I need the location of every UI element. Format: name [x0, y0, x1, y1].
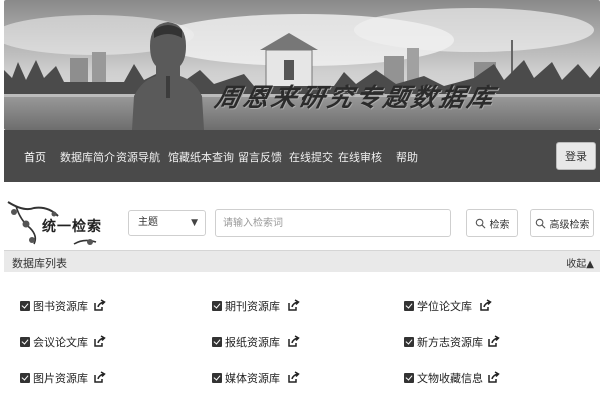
database-list-title: 数据库列表 [12, 257, 67, 270]
login-button[interactable]: 登录 [556, 142, 596, 170]
share-icon[interactable] [93, 335, 106, 348]
list-item: 图片资源库 [20, 370, 88, 386]
nav-item-online-submit[interactable]: 在线提交 [289, 149, 333, 165]
list-item: 学位论文库 [404, 298, 472, 314]
nav-item-database-intro[interactable]: 数据库简介 [60, 149, 115, 165]
header-banner: 周恩来研究专题数据库 [4, 0, 600, 130]
list-item-label[interactable]: 学位论文库 [417, 298, 472, 314]
list-item-label[interactable]: 新方志资源库 [417, 334, 483, 350]
banner-title: 周恩来研究专题数据库 [212, 83, 499, 112]
nav-item-online-review[interactable]: 在线审核 [338, 149, 382, 165]
list-item: 媒体资源库 [212, 370, 280, 386]
share-icon[interactable] [479, 299, 492, 312]
search-button[interactable]: 检索 [466, 209, 518, 237]
share-icon[interactable] [287, 299, 300, 312]
share-icon[interactable] [93, 371, 106, 384]
list-item: 期刊资源库 [212, 298, 280, 314]
list-item: 会议论文库 [20, 334, 88, 350]
list-item: 图书资源库 [20, 298, 88, 314]
share-icon[interactable] [287, 371, 300, 384]
checked-checkbox-icon[interactable] [404, 337, 414, 347]
database-list-header: 数据库列表 收起▲ [4, 250, 600, 272]
share-icon[interactable] [287, 335, 300, 348]
main-nav: 首页 数据库简介 资源导航 馆藏纸本查询 留言反馈 在线提交 在线审核 帮助 登… [4, 130, 600, 182]
checked-checkbox-icon[interactable] [212, 301, 222, 311]
share-icon[interactable] [487, 335, 500, 348]
advanced-search-button-label: 高级检索 [549, 219, 590, 231]
checked-checkbox-icon[interactable] [20, 373, 30, 383]
nav-item-feedback[interactable]: 留言反馈 [238, 149, 282, 165]
share-icon[interactable] [93, 299, 106, 312]
list-item-label[interactable]: 期刊资源库 [225, 298, 280, 314]
checked-checkbox-icon[interactable] [212, 373, 222, 383]
nav-item-print-collection-search[interactable]: 馆藏纸本查询 [168, 149, 234, 165]
unified-search-logo: 统一检索 [4, 198, 116, 248]
nav-item-help[interactable]: 帮助 [396, 149, 418, 165]
checked-checkbox-icon[interactable] [404, 301, 414, 311]
list-item-label[interactable]: 会议论文库 [33, 334, 88, 350]
list-item: 新方志资源库 [404, 334, 483, 350]
search-button-label: 检索 [489, 219, 510, 231]
nav-item-home[interactable]: 首页 [24, 149, 46, 165]
list-item-label[interactable]: 报纸资源库 [225, 334, 280, 350]
search-input[interactable] [215, 209, 451, 237]
checked-checkbox-icon[interactable] [20, 337, 30, 347]
checked-checkbox-icon[interactable] [212, 337, 222, 347]
nav-item-resource-navigation[interactable]: 资源导航 [116, 149, 160, 165]
collapse-toggle[interactable]: 收起▲ [566, 255, 594, 270]
search-icon [475, 218, 485, 228]
search-icon [535, 218, 545, 228]
list-item: 文物收藏信息 [404, 370, 483, 386]
list-item-label[interactable]: 图片资源库 [33, 370, 88, 386]
unified-search-logo-text: 统一检索 [42, 219, 102, 235]
checked-checkbox-icon[interactable] [20, 301, 30, 311]
share-icon[interactable] [487, 371, 500, 384]
list-item-label[interactable]: 图书资源库 [33, 298, 88, 314]
advanced-search-button[interactable]: 高级检索 [530, 209, 594, 237]
chevron-down-icon: ▼ [191, 218, 198, 228]
unified-search-bar: 统一检索 主题 ▼ 检索 高级检索 [4, 198, 600, 248]
search-field-select[interactable]: 主题 ▼ [128, 210, 206, 236]
list-item-label[interactable]: 媒体资源库 [225, 370, 280, 386]
checked-checkbox-icon[interactable] [404, 373, 414, 383]
list-item: 报纸资源库 [212, 334, 280, 350]
search-field-select-value: 主题 [138, 217, 158, 228]
list-item-label[interactable]: 文物收藏信息 [417, 370, 483, 386]
